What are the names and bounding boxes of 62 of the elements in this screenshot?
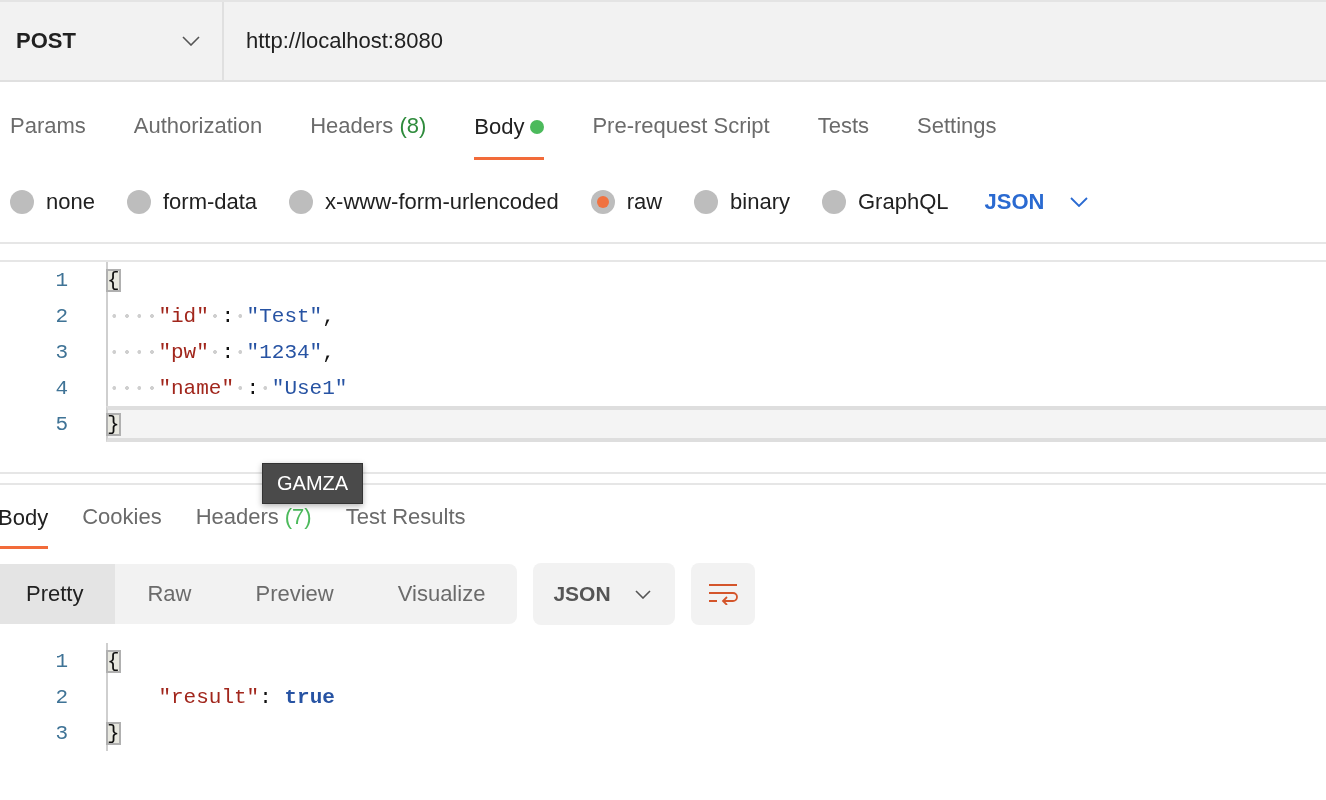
format-dropdown[interactable]: JSON [533, 563, 675, 625]
view-mode-tab[interactable]: Pretty [0, 564, 116, 624]
tab[interactable]: Body [0, 485, 49, 549]
chevron-down-icon [1070, 197, 1089, 207]
json-key: "name" [158, 376, 234, 400]
radio-button[interactable] [10, 190, 34, 214]
view-mode-tab[interactable]: Raw [115, 564, 224, 624]
json-string: "Use1" [271, 376, 348, 400]
punctuation: , [322, 304, 335, 328]
punctuation: : [221, 340, 234, 364]
matched-bracket: } [106, 412, 121, 436]
punctuation: : [246, 376, 260, 400]
line-number: 2 [54, 304, 68, 328]
radio-button[interactable] [822, 190, 846, 214]
tab[interactable]: Tests [817, 82, 870, 160]
tab[interactable]: Params [10, 82, 86, 160]
line-number: 2 [54, 685, 68, 709]
json-key: "id" [158, 304, 209, 328]
format-dropdown[interactable]: JSON [984, 189, 1089, 215]
line-number: 3 [54, 340, 68, 364]
json-literal: true [284, 685, 335, 709]
chevron-down-icon [634, 589, 651, 599]
request-body-editor[interactable]: 1 { 2 "id" : "Test", 3 "pw" : "1234", 4 "name" : "Use1" 5 } [0, 260, 1326, 454]
json-key: "result" [158, 685, 260, 709]
punctuation: : [259, 685, 273, 709]
tab[interactable]: Authorization [133, 82, 263, 160]
radio-label[interactable]: binary [730, 189, 790, 215]
method-dropdown[interactable]: POST [0, 2, 224, 80]
line-number: 4 [54, 376, 68, 400]
tab[interactable]: Cookies [82, 485, 162, 549]
radio-button[interactable] [289, 190, 314, 214]
tab[interactable]: Headers (8) [310, 82, 427, 160]
matched-bracket: } [106, 721, 121, 745]
wrap-lines-icon [707, 583, 738, 605]
punctuation: , [322, 340, 335, 364]
json-key: "pw" [158, 340, 209, 364]
radio-label[interactable]: form-data [162, 189, 258, 215]
json-string: "1234" [246, 340, 323, 364]
line-number: 1 [54, 268, 68, 292]
radio-button[interactable] [126, 190, 151, 214]
view-mode-tab[interactable]: Preview [223, 564, 366, 624]
wrap-lines-button[interactable] [690, 563, 755, 625]
tooltip: GAMZA [262, 463, 364, 504]
radio-label[interactable]: x-www-form-urlencoded [325, 189, 559, 215]
matched-bracket: { [106, 268, 121, 292]
url-field[interactable]: http://localhost:8080 [224, 2, 1326, 80]
matched-bracket: { [106, 649, 121, 673]
tab[interactable]: Pre-request Script [592, 82, 770, 160]
chevron-down-icon [182, 36, 200, 46]
radio-label[interactable]: GraphQL [858, 189, 949, 215]
radio-button[interactable] [590, 190, 615, 214]
view-mode-tab[interactable]: Visualize [365, 564, 518, 624]
punctuation: : [221, 304, 234, 328]
radio-label[interactable]: none [46, 189, 95, 215]
line-number: 3 [54, 721, 68, 745]
line-number: 5 [54, 412, 68, 436]
radio-label[interactable]: raw [626, 189, 663, 215]
radio-button[interactable] [694, 190, 719, 214]
tab[interactable]: Body [474, 82, 545, 160]
tab[interactable]: Settings [917, 82, 997, 160]
json-string: "Test" [246, 304, 323, 328]
line-number: 1 [54, 649, 68, 673]
